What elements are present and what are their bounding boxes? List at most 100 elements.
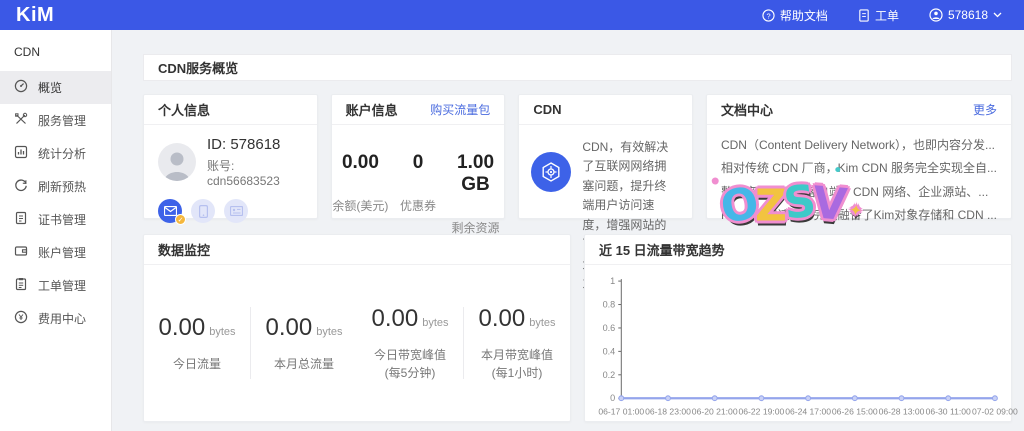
doc-link-3[interactable]: 整个产品架构由客户端、CDN 网络、企业源站、... bbox=[721, 181, 997, 204]
page-title: CDN服务概览 bbox=[143, 54, 1012, 81]
svg-text:06-24 17:00: 06-24 17:00 bbox=[785, 406, 831, 416]
trend-chart: 00.20.40.60.8106-17 01:0006-18 23:0006-2… bbox=[585, 265, 1011, 426]
sidebar-item-account-mgmt[interactable]: 账户管理 bbox=[0, 236, 111, 269]
svg-text:06-28 13:00: 06-28 13:00 bbox=[879, 406, 925, 416]
top-header: KiM ? 帮助文档 工单 578618 bbox=[0, 0, 1024, 30]
svg-text:06-26 15:00: 06-26 15:00 bbox=[832, 406, 878, 416]
cdn-network-icon bbox=[531, 152, 571, 192]
sidebar-item-refresh-preheat[interactable]: 刷新预热 bbox=[0, 170, 111, 203]
data-monitor-title: 数据监控 bbox=[158, 240, 210, 259]
sidebar-item-label: 工单管理 bbox=[38, 277, 86, 294]
unit-label: bytes bbox=[529, 317, 555, 329]
help-docs-label: 帮助文档 bbox=[780, 7, 828, 24]
svg-text:?: ? bbox=[766, 11, 770, 20]
svg-text:0: 0 bbox=[610, 393, 615, 403]
svg-text:0.4: 0.4 bbox=[603, 346, 616, 356]
today-traffic-stat: 0.00 bytes 今日流量 bbox=[144, 314, 250, 373]
question-circle-icon: ? bbox=[762, 9, 775, 22]
id-card-icon[interactable] bbox=[224, 199, 248, 223]
svg-text:0.6: 0.6 bbox=[603, 323, 616, 333]
svg-text:06-22 19:00: 06-22 19:00 bbox=[739, 406, 785, 416]
avatar bbox=[158, 143, 196, 181]
svg-text:06-20 21:00: 06-20 21:00 bbox=[692, 406, 738, 416]
today-bandwidth-peak-sublabel: (每5分钟) bbox=[385, 366, 436, 380]
email-verified-icon[interactable]: ✓ bbox=[158, 199, 182, 223]
buy-traffic-link[interactable]: 购买流量包 bbox=[430, 101, 490, 118]
sidebar-item-label: 刷新预热 bbox=[38, 178, 86, 195]
remaining-resource-value: 1.00 GB bbox=[447, 152, 505, 196]
personal-info-title: 个人信息 bbox=[158, 100, 210, 119]
unit-label: bytes bbox=[209, 326, 235, 338]
user-circle-icon bbox=[929, 8, 943, 22]
month-bandwidth-peak-value: 0.00 bbox=[478, 305, 525, 332]
sidebar-item-label: 服务管理 bbox=[38, 112, 86, 129]
sidebar-item-overview[interactable]: 概览 bbox=[0, 71, 111, 104]
user-menu[interactable]: 578618 bbox=[929, 8, 1002, 22]
doc-link-1[interactable]: CDN（Content Delivery Network），也即内容分发... bbox=[721, 134, 997, 157]
docs-title: 文档中心 bbox=[721, 100, 773, 119]
svg-text:0.2: 0.2 bbox=[603, 370, 616, 380]
month-traffic-label: 本月总流量 bbox=[274, 357, 334, 371]
sidebar-item-service-mgmt[interactable]: 服务管理 bbox=[0, 104, 111, 137]
tools-icon bbox=[14, 112, 28, 129]
coupon-value: 0 bbox=[389, 152, 447, 174]
data-monitor-card: 数据监控 0.00 bytes 今日流量 0.00 bytes 本月总流量 0.00… bbox=[143, 234, 571, 422]
trend-chart-card: 近 15 日流量带宽趋势 00.20.40.60.8106-17 01:0006… bbox=[584, 234, 1012, 422]
sidebar-item-statistics[interactable]: 统计分析 bbox=[0, 137, 111, 170]
svg-text:1: 1 bbox=[610, 276, 615, 286]
svg-text:07-02 09:00: 07-02 09:00 bbox=[972, 406, 1018, 416]
sidebar-item-cert-mgmt[interactable]: 证书管理 bbox=[0, 203, 111, 236]
doc-link-4[interactable]: Kim全网加速服务完美融合了Kim对象存储和 CDN ... bbox=[721, 204, 997, 227]
docs-more-link[interactable]: 更多 bbox=[973, 101, 997, 118]
account-info-title: 账户信息 bbox=[346, 100, 398, 119]
sidebar-item-ticket-mgmt[interactable]: 工单管理 bbox=[0, 269, 111, 302]
month-bandwidth-peak-sublabel: (每1小时) bbox=[492, 366, 543, 380]
month-traffic-value: 0.00 bbox=[265, 314, 312, 341]
sidebar-item-label: 统计分析 bbox=[38, 145, 86, 162]
gauge-icon bbox=[14, 79, 28, 96]
line-chart-svg: 00.20.40.60.8106-17 01:0006-18 23:0006-2… bbox=[591, 271, 1003, 422]
sidebar-item-label: 证书管理 bbox=[38, 211, 86, 228]
user-id-label: 578618 bbox=[948, 8, 988, 22]
sidebar-item-label: 账户管理 bbox=[38, 244, 86, 261]
account-info-card: 账户信息 购买流量包 0.00 余额(美元) 0 优惠券 1.00 GB 剩余资… bbox=[331, 94, 506, 219]
today-bandwidth-peak-stat: 0.00 bytes 今日带宽峰值 (每5分钟) bbox=[357, 305, 463, 382]
bar-chart-icon bbox=[14, 145, 28, 162]
today-bandwidth-peak-label: 今日带宽峰值 bbox=[374, 348, 446, 362]
personal-info-card: 个人信息 ID: 578618 账号: cdn56683523 bbox=[143, 94, 318, 219]
clipboard-icon bbox=[14, 277, 28, 294]
today-traffic-label: 今日流量 bbox=[173, 357, 221, 371]
wallet-icon bbox=[14, 244, 28, 261]
sidebar-item-label: 费用中心 bbox=[38, 310, 86, 327]
sidebar-item-label: 概览 bbox=[38, 79, 62, 96]
today-bandwidth-peak-value: 0.00 bbox=[371, 305, 418, 332]
doc-link-2[interactable]: 相对传统 CDN 厂商，Kim CDN 服务完全实现全自... bbox=[721, 157, 997, 180]
logo: KiM bbox=[16, 0, 54, 30]
user-account-text: 账号: cdn56683523 bbox=[207, 157, 303, 188]
sidebar-title: CDN bbox=[0, 30, 111, 71]
coupon-label: 优惠券 bbox=[389, 197, 447, 214]
billing-icon bbox=[14, 310, 28, 327]
refresh-icon bbox=[14, 178, 28, 195]
svg-text:06-18 23:00: 06-18 23:00 bbox=[645, 406, 691, 416]
today-traffic-value: 0.00 bbox=[158, 314, 205, 341]
unit-label: bytes bbox=[422, 317, 448, 329]
user-id-text: ID: 578618 bbox=[207, 136, 303, 153]
help-docs-button[interactable]: ? 帮助文档 bbox=[762, 7, 828, 24]
unit-label: bytes bbox=[316, 326, 342, 338]
certificate-icon bbox=[14, 211, 28, 228]
main-content: CDN服务概览 个人信息 ID: 578618 账号: cdn56683523 bbox=[112, 30, 1024, 431]
balance-label: 余额(美元) bbox=[332, 197, 390, 214]
phone-icon[interactable] bbox=[191, 199, 215, 223]
sidebar: CDN 概览 服务管理 统计分析 刷新预热 bbox=[0, 30, 112, 431]
work-order-button[interactable]: 工单 bbox=[858, 7, 899, 24]
sidebar-item-billing-center[interactable]: 费用中心 bbox=[0, 302, 111, 335]
svg-text:0.8: 0.8 bbox=[603, 300, 616, 310]
month-bandwidth-peak-stat: 0.00bytes 本月带宽峰值(每1小时) bbox=[464, 305, 570, 382]
verified-badge-icon: ✓ bbox=[175, 214, 186, 225]
cdn-card-title: CDN bbox=[533, 102, 561, 117]
cdn-card: CDN CDN，有效解决了互联网网络拥塞问题，提升终端用户访问速度，增强网站的可… bbox=[518, 94, 693, 219]
work-order-label: 工单 bbox=[875, 7, 899, 24]
trend-chart-title: 近 15 日流量带宽趋势 bbox=[599, 240, 725, 259]
document-icon bbox=[858, 9, 870, 22]
